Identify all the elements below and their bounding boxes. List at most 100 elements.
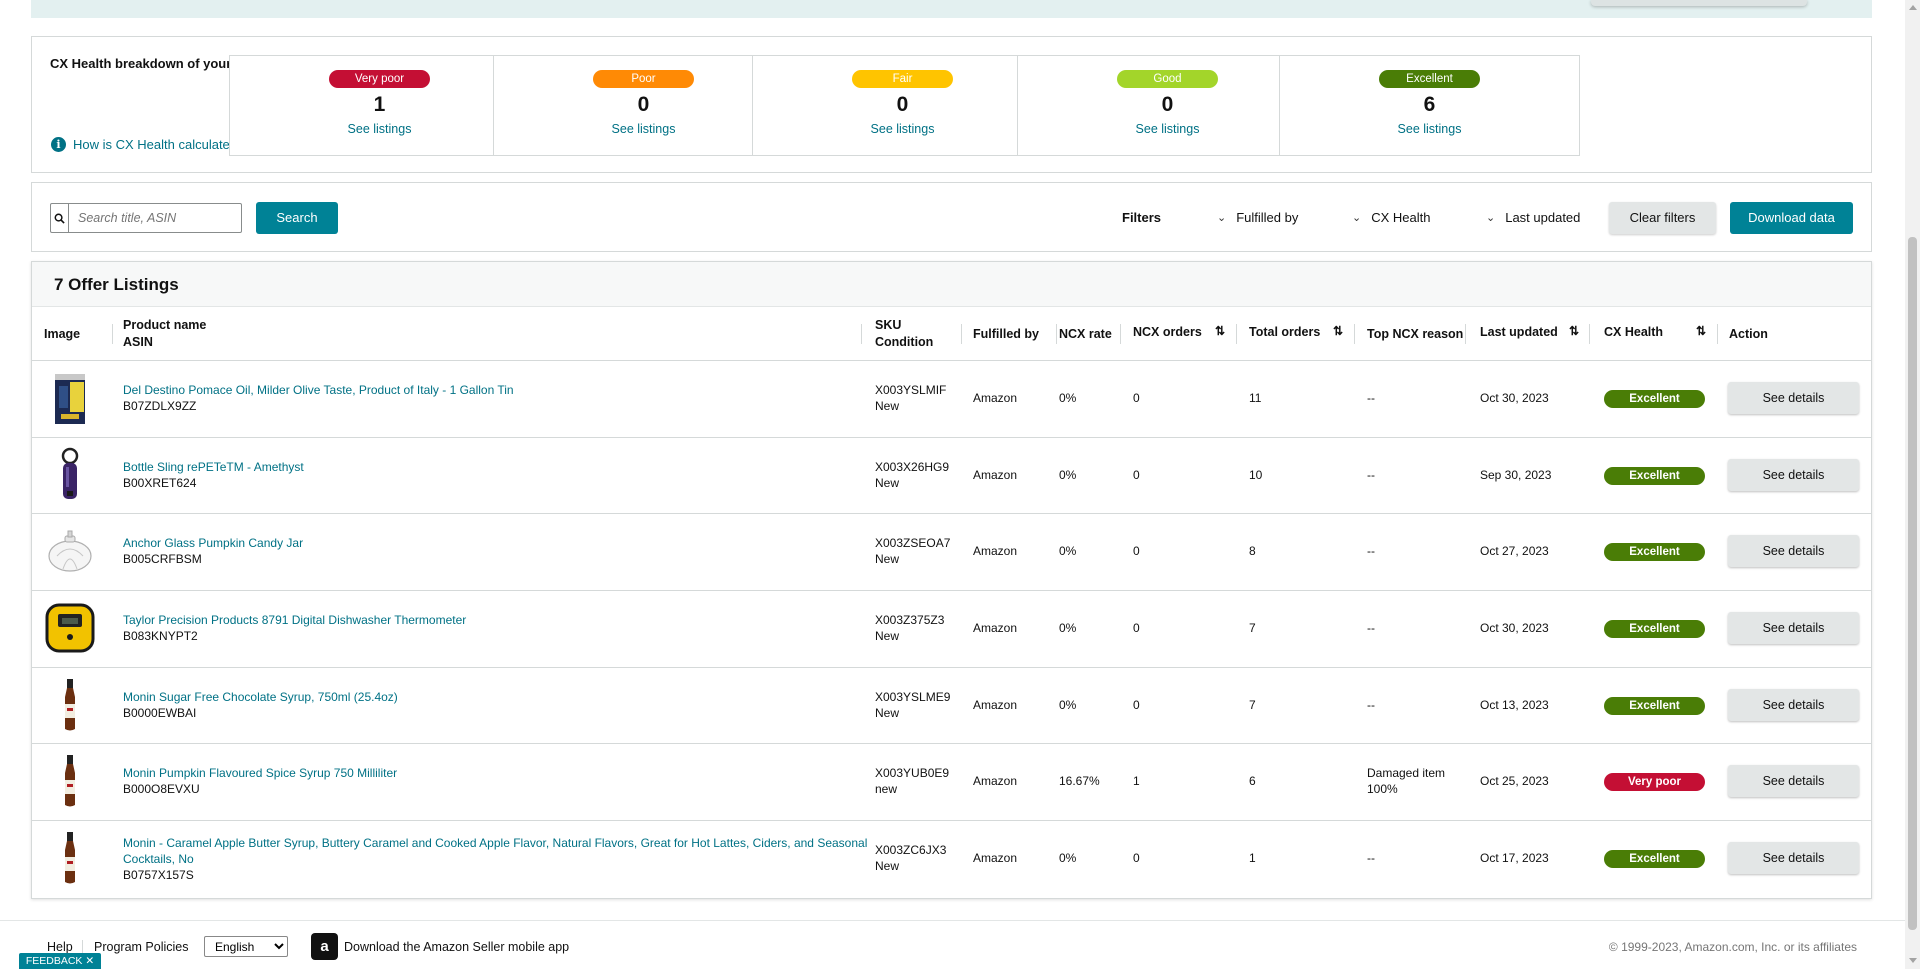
- product-image[interactable]: [42, 523, 98, 579]
- filter-fulfilled-by[interactable]: ⌄ Fulfilled by: [1217, 210, 1298, 225]
- product-image[interactable]: [42, 677, 98, 733]
- last-updated-value: Oct 30, 2023: [1480, 621, 1549, 636]
- ncx-orders-value: 0: [1133, 621, 1140, 636]
- footer: Help Program Policies English a Download…: [0, 920, 1905, 969]
- amazon-app-icon[interactable]: a: [311, 933, 338, 960]
- product-image[interactable]: [42, 830, 98, 886]
- asin-value: B000O8EVXU: [123, 782, 200, 797]
- last-updated-value: Oct 30, 2023: [1480, 391, 1549, 405]
- filter-cx-health-label: CX Health: [1371, 210, 1431, 225]
- cx-health-badge: Excellent: [1604, 543, 1705, 562]
- column-divider: [1465, 324, 1466, 344]
- top-ncx-reason-value: --: [1367, 467, 1375, 482]
- column-divider: [961, 324, 962, 344]
- table-row: Monin Sugar Free Chocolate Syrup, 750ml …: [32, 668, 1871, 745]
- product-image[interactable]: [42, 753, 98, 809]
- product-name-link[interactable]: Anchor Glass Pumpkin Candy Jar: [123, 535, 883, 551]
- total-orders-value: 7: [1249, 697, 1256, 712]
- see-listings-link[interactable]: See listings: [1280, 122, 1579, 136]
- ncx-orders-value: 0: [1133, 467, 1140, 482]
- cx-card-good: Good 0 See listings: [1017, 55, 1318, 156]
- search-button[interactable]: Search: [256, 202, 338, 234]
- copyright-text: © 1999-2023, Amazon.com, Inc. or its aff…: [1608, 940, 1857, 954]
- top-ncx-reason-value: --: [1367, 391, 1375, 405]
- banner-button[interactable]: [1591, 0, 1807, 6]
- column-divider: [112, 324, 113, 344]
- product-image[interactable]: [42, 370, 98, 426]
- see-listings-link[interactable]: See listings: [494, 122, 793, 136]
- fulfilled-by-value: Amazon: [973, 467, 1018, 482]
- asin-value: B0757X157S: [123, 868, 194, 883]
- col-total-orders: Total orders: [1249, 325, 1321, 339]
- filter-fulfilled-by-label: Fulfilled by: [1236, 210, 1299, 225]
- fulfilled-by-value: Amazon: [973, 391, 1018, 405]
- scroll-up-icon[interactable]: [1909, 5, 1917, 10]
- col-last-updated: Last updated: [1480, 325, 1558, 339]
- product-name-link[interactable]: Monin Pumpkin Flavoured Spice Syrup 750 …: [123, 765, 883, 781]
- ncx-orders-value: 0: [1133, 851, 1140, 866]
- table-header: Image Product name ASIN SKU Condition Fu…: [32, 307, 1871, 361]
- product-name-link[interactable]: Monin - Caramel Apple Butter Syrup, Butt…: [123, 835, 883, 867]
- cx-card-fair: Fair 0 See listings: [752, 55, 1053, 156]
- fulfilled-by-value: Amazon: [973, 544, 1018, 559]
- search-input[interactable]: [69, 204, 241, 232]
- filter-last-updated[interactable]: ⌄ Last updated: [1486, 210, 1580, 225]
- page-scrollbar[interactable]: [1905, 0, 1920, 969]
- sort-icon[interactable]: ⇅: [1569, 324, 1579, 338]
- mobile-app-link[interactable]: Download the Amazon Seller mobile app: [344, 940, 569, 954]
- filters-label: Filters: [1122, 210, 1162, 225]
- scroll-thumb[interactable]: [1908, 237, 1917, 930]
- cx-help-label[interactable]: How is CX Health calculated?: [73, 137, 244, 152]
- language-select[interactable]: English: [204, 936, 288, 957]
- close-icon[interactable]: ✕: [85, 955, 94, 967]
- info-icon: i: [51, 137, 66, 152]
- search-box[interactable]: [50, 203, 242, 233]
- total-orders-value: 11: [1249, 391, 1262, 405]
- see-listings-link[interactable]: See listings: [1018, 122, 1317, 136]
- sku-value: X003ZSEOA7: [875, 536, 951, 551]
- last-updated-value: Oct 25, 2023: [1480, 774, 1549, 789]
- see-details-button[interactable]: See details: [1728, 458, 1859, 491]
- table-row: Monin - Caramel Apple Butter Syrup, Butt…: [32, 821, 1871, 898]
- total-orders-value: 8: [1249, 544, 1256, 559]
- scroll-down-icon[interactable]: [1909, 958, 1917, 963]
- product-name-link[interactable]: Taylor Precision Products 8791 Digital D…: [123, 612, 883, 628]
- see-details-button[interactable]: See details: [1728, 612, 1859, 645]
- see-details-button[interactable]: See details: [1728, 382, 1859, 414]
- column-divider: [1236, 324, 1237, 344]
- col-action: Action: [1729, 327, 1768, 341]
- see-details-button[interactable]: See details: [1728, 688, 1859, 721]
- see-details-button[interactable]: See details: [1728, 842, 1859, 875]
- feedback-label[interactable]: FEEDBACK: [26, 955, 83, 967]
- see-listings-link[interactable]: See listings: [230, 122, 529, 136]
- cx-card-count: 1: [373, 93, 386, 116]
- footer-program-policies-link[interactable]: Program Policies: [94, 940, 188, 954]
- asin-value: B07ZDLX9ZZ: [123, 399, 197, 413]
- feedback-button[interactable]: FEEDBACK ✕: [19, 953, 101, 969]
- sort-icon[interactable]: ⇅: [1333, 324, 1343, 338]
- cx-health-badge: Excellent: [1604, 390, 1705, 408]
- see-listings-link[interactable]: See listings: [753, 122, 1052, 136]
- filter-cx-health[interactable]: ⌄ CX Health: [1352, 210, 1430, 225]
- cx-health-breakdown: CX Health breakdown of your listings i H…: [31, 36, 1872, 173]
- cx-card-excellent: Excellent 6 See listings: [1279, 55, 1580, 156]
- total-orders-value: 7: [1249, 621, 1256, 636]
- product-name-link[interactable]: Del Destino Pomace Oil, Milder Olive Tas…: [123, 382, 883, 398]
- cx-card-count: 0: [1161, 93, 1174, 116]
- clear-filters-button[interactable]: Clear filters: [1609, 202, 1716, 234]
- product-name-link[interactable]: Bottle Sling rePETeTM - Amethyst: [123, 459, 883, 475]
- product-name-link[interactable]: Monin Sugar Free Chocolate Syrup, 750ml …: [123, 689, 883, 705]
- see-details-button[interactable]: See details: [1728, 765, 1859, 798]
- last-updated-value: Sep 30, 2023: [1480, 467, 1552, 482]
- filter-last-updated-label: Last updated: [1505, 210, 1581, 225]
- footer-help-link[interactable]: Help: [47, 940, 73, 954]
- see-details-button[interactable]: See details: [1728, 535, 1859, 568]
- sort-icon[interactable]: ⇅: [1215, 324, 1225, 338]
- product-image[interactable]: [42, 447, 98, 503]
- sort-icon[interactable]: ⇅: [1696, 324, 1706, 338]
- table-row: Monin Pumpkin Flavoured Spice Syrup 750 …: [32, 744, 1871, 822]
- product-image[interactable]: [42, 600, 98, 656]
- chevron-down-icon: ⌄: [1217, 212, 1227, 224]
- download-data-button[interactable]: Download data: [1730, 202, 1853, 234]
- cx-help-link[interactable]: i How is CX Health calculated?: [51, 137, 244, 152]
